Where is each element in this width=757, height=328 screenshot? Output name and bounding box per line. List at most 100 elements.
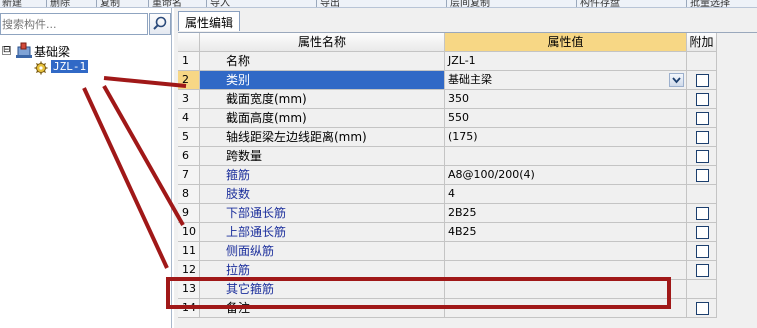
property-name: 肢数 xyxy=(200,185,445,204)
property-value-text: 4B25 xyxy=(448,225,477,238)
toolbar-item[interactable]: 导出 xyxy=(320,0,340,7)
property-row[interactable]: 9 下部通长筋 2B25 xyxy=(178,204,718,223)
toolbar-separator xyxy=(576,0,577,7)
property-value[interactable] xyxy=(445,242,687,261)
property-row[interactable]: 11 侧面纵筋 xyxy=(178,242,718,261)
row-index: 14 xyxy=(178,299,200,318)
tree-root-label: 基础梁 xyxy=(34,45,71,59)
search-box[interactable] xyxy=(0,13,148,35)
toolbar-item[interactable]: 复制 xyxy=(100,0,120,7)
attach-checkbox[interactable] xyxy=(696,169,709,182)
attach-checkbox[interactable] xyxy=(696,302,709,315)
dropdown-button[interactable] xyxy=(669,73,684,87)
property-row[interactable]: 3 截面宽度(mm) 350 xyxy=(178,90,718,109)
attach-checkbox[interactable] xyxy=(696,93,709,106)
tree-node-root[interactable]: ⊟ 基础梁 xyxy=(0,42,170,59)
property-value[interactable]: A8@100/200(4) xyxy=(445,166,687,185)
toolbar-item[interactable]: 新建 xyxy=(2,0,22,7)
toolbar-separator xyxy=(316,0,317,7)
search-button[interactable] xyxy=(149,13,171,35)
header-name: 属性名称 xyxy=(200,33,445,52)
toolbar-item[interactable]: 批量选择 xyxy=(690,0,730,7)
property-row[interactable]: 6 跨数量 xyxy=(178,147,718,166)
row-index: 13 xyxy=(178,280,200,299)
row-index: 9 xyxy=(178,204,200,223)
attach-cell xyxy=(687,223,717,242)
property-name: 名称 xyxy=(200,52,445,71)
property-row[interactable]: 8 肢数 4 xyxy=(178,185,718,204)
attach-checkbox[interactable] xyxy=(696,245,709,258)
toolbar-item[interactable]: 层间复制 xyxy=(450,0,490,7)
attach-checkbox[interactable] xyxy=(696,264,709,277)
property-name: 截面宽度(mm) xyxy=(200,90,445,109)
property-row[interactable]: 7 箍筋 A8@100/200(4) xyxy=(178,166,718,185)
row-index: 8 xyxy=(178,185,200,204)
property-row[interactable]: 2 类别 基础主梁 xyxy=(178,71,718,90)
attach-checkbox[interactable] xyxy=(696,131,709,144)
tree-child-label[interactable]: JZL-1 xyxy=(51,60,89,73)
row-index: 4 xyxy=(178,109,200,128)
header-value: 属性值 xyxy=(445,33,687,52)
property-row[interactable]: 5 轴线距梁左边线距离(mm) (175) xyxy=(178,128,718,147)
search-input[interactable] xyxy=(1,14,147,34)
property-grid: 属性名称 属性值 附加 1 名称 JZL-1 2 类别 基础主梁 3 截面宽度(mm) 350 4… xyxy=(178,32,757,318)
property-value-text: 550 xyxy=(448,111,469,124)
property-value-text: 350 xyxy=(448,92,469,105)
property-value[interactable] xyxy=(445,147,687,166)
property-row[interactable]: 10 上部通长筋 4B25 xyxy=(178,223,718,242)
property-row[interactable]: 14 备注 xyxy=(178,299,718,318)
property-value[interactable]: 2B25 xyxy=(445,204,687,223)
toolbar-separator xyxy=(206,0,207,7)
toolbar-item[interactable]: 删除 xyxy=(50,0,70,7)
attach-checkbox[interactable] xyxy=(696,226,709,239)
property-row[interactable]: 1 名称 JZL-1 xyxy=(178,52,718,71)
property-value[interactable]: 4B25 xyxy=(445,223,687,242)
property-value-select[interactable]: 基础主梁 xyxy=(445,71,687,90)
attach-cell xyxy=(687,242,717,261)
row-index: 1 xyxy=(178,52,200,71)
property-name: 跨数量 xyxy=(200,147,445,166)
property-value[interactable]: JZL-1 xyxy=(445,52,687,71)
tree-node-jzl-1[interactable]: JZL-1 xyxy=(0,60,170,77)
property-value-text: 基础主梁 xyxy=(448,73,492,86)
attach-checkbox[interactable] xyxy=(696,74,709,87)
attach-cell xyxy=(687,299,717,318)
attach-cell xyxy=(687,280,717,299)
toolbar: 新建 删除 复制 重命名 导入 导出 层间复制 构件存盘 批量选择 xyxy=(0,0,757,8)
toolbar-separator xyxy=(148,0,149,7)
row-index: 7 xyxy=(178,166,200,185)
property-value[interactable] xyxy=(445,280,687,299)
attach-cell xyxy=(687,204,717,223)
property-row[interactable]: 4 截面高度(mm) 550 xyxy=(178,109,718,128)
attach-checkbox[interactable] xyxy=(696,150,709,163)
toolbar-item[interactable]: 重命名 xyxy=(152,0,182,7)
chevron-down-icon xyxy=(672,77,681,84)
beam-category-icon xyxy=(16,42,32,58)
property-value[interactable] xyxy=(445,261,687,280)
attach-cell xyxy=(687,109,717,128)
property-value[interactable] xyxy=(445,299,687,318)
toolbar-item[interactable]: 构件存盘 xyxy=(580,0,620,7)
tab-property-edit[interactable]: 属性编辑 xyxy=(178,11,241,31)
property-value[interactable]: 4 xyxy=(445,185,687,204)
app-window: 新建 删除 复制 重命名 导入 导出 层间复制 构件存盘 批量选择 ⊟ 基础梁 xyxy=(0,0,757,328)
attach-cell xyxy=(687,261,717,280)
property-value[interactable]: 550 xyxy=(445,109,687,128)
grid-header-row: 属性名称 属性值 附加 xyxy=(178,33,718,52)
property-value[interactable]: (175) xyxy=(445,128,687,147)
property-value[interactable]: 350 xyxy=(445,90,687,109)
property-value-text: A8@100/200(4) xyxy=(448,168,535,181)
property-value-text: (175) xyxy=(448,130,478,143)
toolbar-item[interactable]: 导入 xyxy=(210,0,230,7)
row-index: 11 xyxy=(178,242,200,261)
header-add: 附加 xyxy=(687,33,717,52)
property-value-text: JZL-1 xyxy=(448,54,476,67)
attach-cell xyxy=(687,166,717,185)
property-row[interactable]: 13 其它箍筋 xyxy=(178,280,718,299)
property-name: 截面高度(mm) xyxy=(200,109,445,128)
collapse-icon[interactable]: ⊟ xyxy=(2,46,11,55)
row-index: 10 xyxy=(178,223,200,242)
attach-checkbox[interactable] xyxy=(696,112,709,125)
property-row[interactable]: 12 拉筋 xyxy=(178,261,718,280)
attach-checkbox[interactable] xyxy=(696,207,709,220)
